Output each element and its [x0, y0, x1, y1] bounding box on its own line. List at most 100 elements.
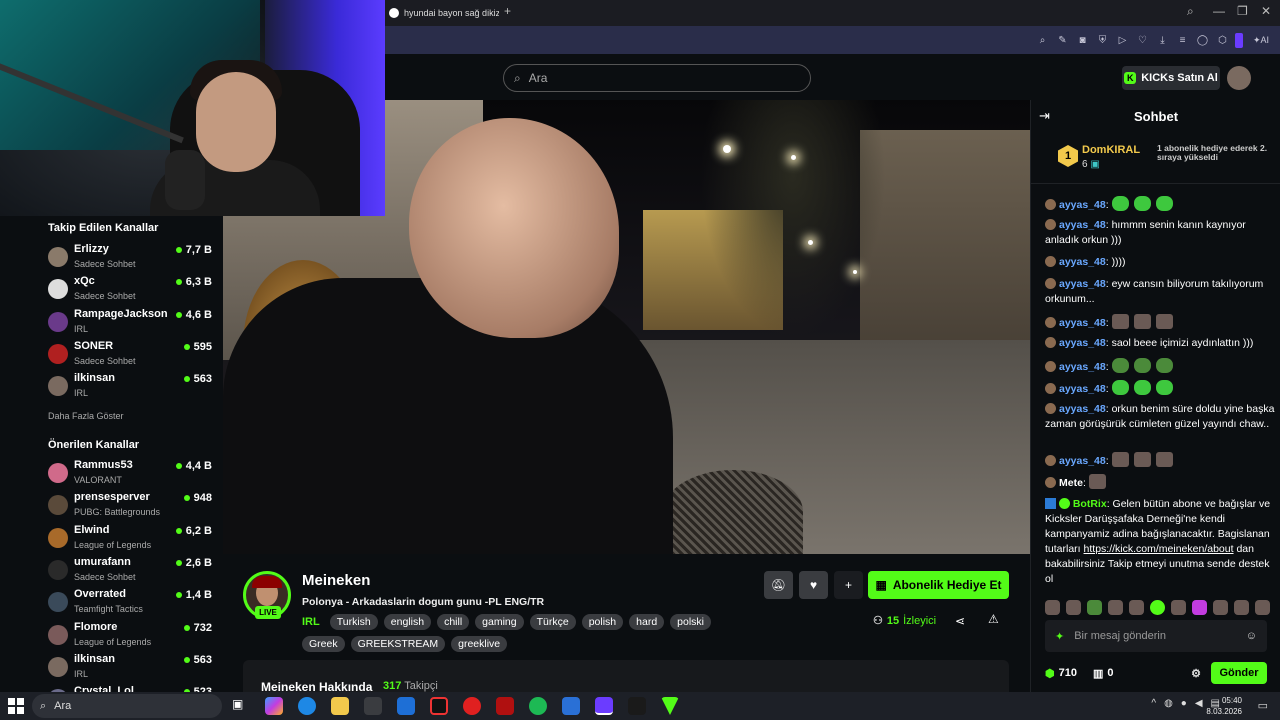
emote[interactable]	[1045, 600, 1060, 615]
play-icon[interactable]: ▷	[1115, 33, 1130, 48]
emote[interactable]	[1133, 452, 1151, 467]
tag-chip[interactable]: hard	[629, 614, 665, 630]
notification-icon[interactable]: ▭	[1258, 699, 1268, 712]
channel-item[interactable]: umurafann Sadece Sohbet 2,6 B	[48, 556, 216, 588]
close-window-button[interactable]: ✕	[1261, 4, 1271, 18]
emote[interactable]	[1133, 380, 1151, 395]
channel-item[interactable]: SONER Sadece Sohbet 595	[48, 340, 216, 372]
edit-icon[interactable]: ✎	[1055, 33, 1070, 48]
emote[interactable]	[1171, 600, 1186, 615]
show-more-link[interactable]: Daha Fazla Göster	[48, 411, 124, 421]
emote[interactable]	[1108, 600, 1123, 615]
emote[interactable]	[1213, 600, 1228, 615]
volume-icon[interactable]: ◀	[1195, 698, 1203, 709]
copilot-icon[interactable]	[265, 697, 283, 715]
chat-username[interactable]: ayyas_48	[1059, 337, 1106, 349]
tag-chip[interactable]: gaming	[475, 614, 524, 630]
chevron-up-icon[interactable]: ^	[1151, 698, 1156, 709]
channel-item[interactable]: xQc Sadece Sohbet 6,3 B	[48, 275, 216, 307]
bot-username[interactable]: BotRix	[1073, 498, 1107, 510]
chat-username[interactable]: ayyas_48	[1059, 256, 1106, 268]
report-icon[interactable]: ⚠	[988, 612, 999, 626]
tag-chip[interactable]: polski	[670, 614, 712, 630]
points-count[interactable]: 710	[1059, 667, 1077, 679]
emote[interactable]	[1155, 196, 1173, 211]
emote[interactable]	[1192, 600, 1207, 615]
opera-icon[interactable]	[463, 697, 481, 715]
emote[interactable]	[1133, 358, 1151, 373]
channel-item[interactable]: ilkinsan IRL 563	[48, 372, 216, 404]
notifications-off-button[interactable]: 🔕︎	[764, 571, 793, 599]
emote[interactable]	[1150, 600, 1165, 615]
category-link[interactable]: IRL	[302, 616, 320, 628]
emote[interactable]	[1155, 358, 1173, 373]
app-tray-icon[interactable]: ◍	[1164, 698, 1173, 709]
tag-chip[interactable]: Turkish	[329, 614, 378, 630]
extension-icon[interactable]: ⬡	[1215, 33, 1230, 48]
sidebar-toggle-icon[interactable]	[1235, 32, 1243, 48]
discord-icon[interactable]	[595, 697, 613, 715]
top-gifter-name[interactable]: DomKIRAL	[1082, 144, 1140, 156]
chat-username[interactable]: ayyas_48	[1059, 317, 1106, 329]
shield-icon[interactable]: ⛨	[1095, 33, 1110, 48]
chat-username[interactable]: ayyas_48	[1059, 383, 1106, 395]
emote[interactable]	[1155, 380, 1173, 395]
tag-chip[interactable]: Greek	[302, 636, 345, 652]
emote[interactable]	[1234, 600, 1249, 615]
channel-item[interactable]: Flomore League of Legends 732	[48, 621, 216, 653]
search-input[interactable]: ⌕ Ara	[503, 64, 811, 92]
new-tab-button[interactable]: +	[504, 4, 511, 18]
bot-link[interactable]: https://kick.com/meineken/about	[1084, 543, 1234, 555]
emote[interactable]	[1133, 314, 1151, 329]
app-icon[interactable]	[661, 697, 679, 715]
file-explorer-icon[interactable]	[331, 697, 349, 715]
emote[interactable]	[1066, 600, 1081, 615]
channel-item[interactable]: Overrated Teamfight Tactics 1,4 B	[48, 588, 216, 620]
chat-username[interactable]: ayyas_48	[1059, 219, 1106, 231]
add-button[interactable]: +	[834, 571, 863, 599]
search-tabs-icon[interactable]: ⌕	[1187, 4, 1194, 19]
channel-item[interactable]: Rammus53 VALORANT 4,4 B	[48, 459, 216, 491]
tag-chip[interactable]: english	[383, 614, 432, 630]
edge-icon[interactable]	[298, 697, 316, 715]
minimize-button[interactable]: —	[1213, 4, 1225, 18]
camera-icon[interactable]: ◙	[1075, 33, 1090, 48]
chat-username[interactable]: ayyas_48	[1059, 361, 1106, 373]
gift-subscription-button[interactable]: ▦ Abonelik Hediye Et	[868, 571, 1009, 599]
channel-item[interactable]: Erlizzy Sadece Sohbet 7,7 B	[48, 243, 216, 275]
store-icon[interactable]	[364, 697, 382, 715]
task-view-icon[interactable]: ▣	[232, 697, 250, 715]
emote[interactable]	[1087, 600, 1102, 615]
terminal-icon[interactable]	[628, 697, 646, 715]
emote[interactable]	[1088, 474, 1106, 489]
emote[interactable]	[1111, 314, 1129, 329]
chat-input[interactable]: ✦ Bir mesaj gönderin ☺	[1045, 620, 1267, 652]
app-icon[interactable]	[562, 697, 580, 715]
emote[interactable]	[1111, 196, 1129, 211]
emote[interactable]	[1133, 196, 1151, 211]
follow-heart-button[interactable]: ♥	[799, 571, 828, 599]
clock[interactable]: 05:40 8.03.2026	[1206, 695, 1242, 717]
list-icon[interactable]: ≡	[1175, 33, 1190, 48]
channel-item[interactable]: RampageJackson IRL 4,6 B	[48, 308, 216, 340]
game-icon[interactable]	[496, 697, 514, 715]
heart-icon[interactable]: ♡	[1135, 33, 1150, 48]
user-icon[interactable]: ◯	[1195, 33, 1210, 48]
channel-name[interactable]: Meineken	[302, 572, 370, 589]
buy-kicks-button[interactable]: K KICKs Satın Al	[1122, 66, 1220, 90]
channel-item[interactable]: Elwind League of Legends 6,2 B	[48, 524, 216, 556]
windows-start-icon[interactable]	[8, 698, 24, 714]
tag-chip[interactable]: Türkçe	[529, 614, 576, 630]
emote[interactable]	[1255, 600, 1270, 615]
user-avatar[interactable]	[1227, 66, 1251, 90]
spotify-icon[interactable]	[529, 697, 547, 715]
chat-username[interactable]: ayyas_48	[1059, 455, 1106, 467]
emote[interactable]	[1155, 314, 1173, 329]
chat-settings-icon[interactable]: ⚙	[1191, 667, 1201, 680]
emote[interactable]	[1111, 452, 1129, 467]
tag-chip[interactable]: chill	[437, 614, 470, 630]
microphone-icon[interactable]: ●	[1181, 698, 1187, 709]
download-icon[interactable]: ⤓	[1155, 33, 1170, 48]
emote[interactable]	[1111, 380, 1129, 395]
app-icon[interactable]	[430, 697, 448, 715]
